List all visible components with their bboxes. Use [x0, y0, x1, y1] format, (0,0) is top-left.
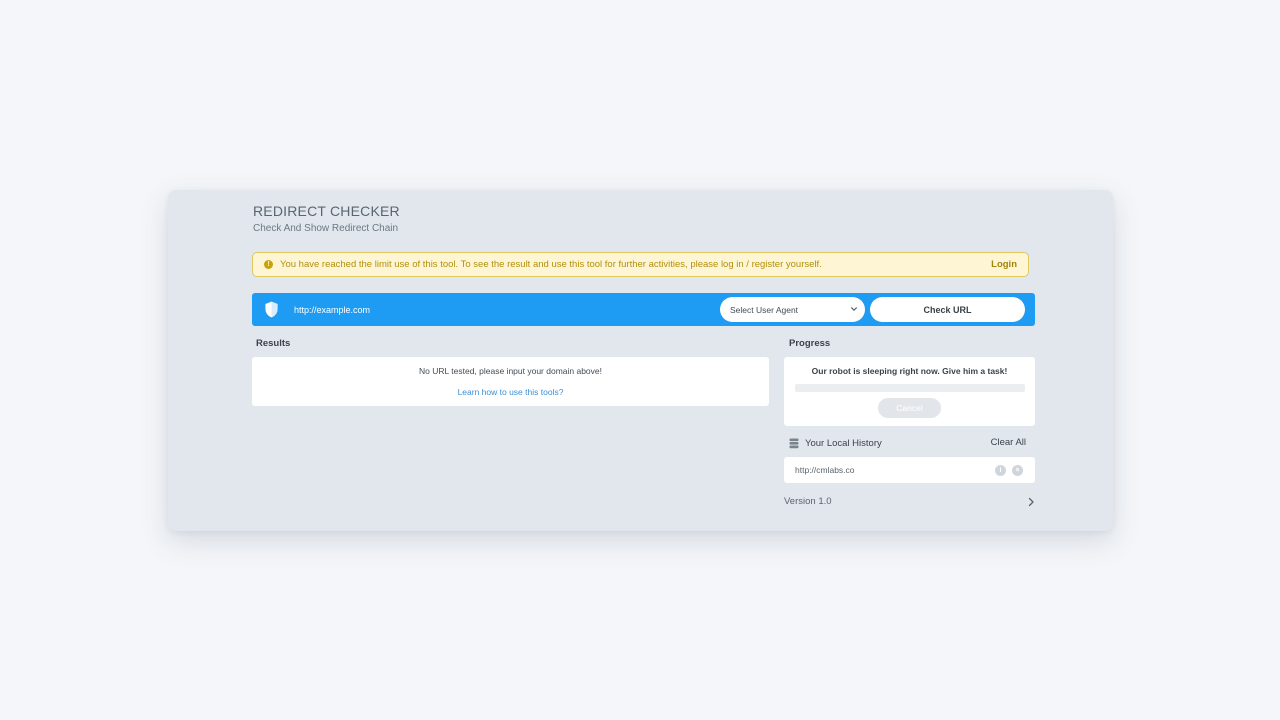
history-title: Your Local History	[805, 437, 882, 449]
page-title: REDIRECT CHECKER	[253, 203, 400, 219]
check-url-button[interactable]: Check URL	[870, 297, 1025, 322]
limit-alert: ! You have reached the limit use of this…	[252, 252, 1029, 277]
user-agent-select[interactable]: Select User Agent	[720, 297, 865, 322]
progress-heading: Progress	[789, 338, 831, 349]
history-item[interactable]: http://cmlabs.co i ×	[784, 457, 1035, 483]
chevron-right-icon	[1028, 497, 1034, 507]
help-link[interactable]: Learn how to use this tools?	[252, 387, 769, 397]
results-empty-message: No URL tested, please input your domain …	[418, 366, 602, 376]
redirect-checker-card: REDIRECT CHECKER Check And Show Redirect…	[168, 190, 1113, 531]
version-label: Version 1.0	[784, 496, 832, 507]
chevron-down-icon	[851, 307, 857, 311]
url-check-bar: Select User Agent Check URL	[252, 293, 1035, 326]
history-item-url[interactable]: http://cmlabs.co	[795, 465, 855, 475]
alert-message: You have reached the limit use of this t…	[280, 259, 822, 270]
history-header: Your Local History Clear All	[789, 435, 1029, 451]
page-subtitle: Check And Show Redirect Chain	[253, 223, 399, 234]
progress-bar	[795, 384, 1025, 392]
login-link[interactable]: Login	[991, 259, 1017, 270]
version-row[interactable]: Version 1.0	[784, 495, 1035, 509]
progress-status: Our robot is sleeping right now. Give hi…	[811, 366, 1008, 376]
database-icon	[789, 438, 799, 448]
results-panel: No URL tested, please input your domain …	[252, 357, 769, 406]
user-agent-select-value: Select User Agent	[730, 304, 799, 315]
progress-panel: Our robot is sleeping right now. Give hi…	[784, 357, 1035, 426]
shield-icon	[265, 301, 278, 318]
clear-all-button[interactable]: Clear All	[991, 437, 1026, 448]
results-heading: Results	[256, 338, 291, 349]
url-input[interactable]	[294, 300, 714, 319]
info-icon: !	[264, 260, 273, 269]
info-icon[interactable]: i	[995, 465, 1006, 476]
close-icon[interactable]: ×	[1012, 465, 1023, 476]
cancel-button[interactable]: Cancel	[878, 398, 941, 418]
